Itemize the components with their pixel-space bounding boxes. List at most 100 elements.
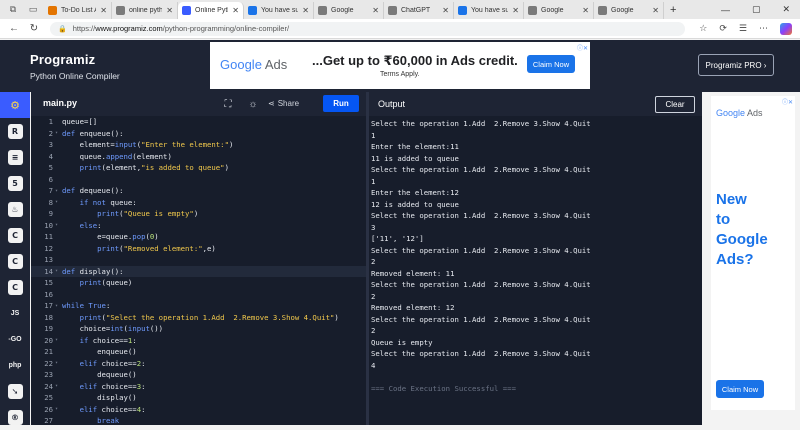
tab-close-icon[interactable]: ✕ bbox=[442, 6, 449, 15]
python-lang-icon[interactable]: ⚙ bbox=[0, 92, 30, 118]
tab-close-icon[interactable]: ✕ bbox=[512, 6, 519, 15]
browser-tab[interactable]: You have suc ✕ bbox=[454, 2, 524, 19]
code-line[interactable]: 27 break bbox=[31, 415, 366, 425]
code-line[interactable]: 18 print("Select the operation 1.Add 2.R… bbox=[31, 312, 366, 324]
code-line[interactable]: 8 ▾ if not queue: bbox=[31, 197, 366, 209]
code-line[interactable]: 21 enqueue() bbox=[31, 346, 366, 358]
code-area[interactable]: 1 queue=[] 2 ▾ def enqueue(): 3 element=input… bbox=[31, 116, 366, 425]
fold-icon[interactable]: ▾ bbox=[53, 199, 60, 205]
fold-icon[interactable]: ▾ bbox=[53, 360, 60, 366]
tab-close-icon[interactable]: ✕ bbox=[302, 6, 309, 15]
js-lang-icon[interactable]: JS bbox=[0, 300, 30, 326]
clear-button[interactable]: Clear bbox=[655, 96, 695, 113]
url-field[interactable]: 🔒 https://www.programiz.com/python-progr… bbox=[50, 21, 686, 36]
top-ad-banner[interactable]: Google Ads ...Get up to ₹60,000 in Ads c… bbox=[210, 42, 590, 89]
code-line[interactable]: 13 bbox=[31, 254, 366, 266]
ad-close-icon[interactable]: ⓘ✕ bbox=[577, 43, 588, 52]
workspaces-icon[interactable]: ⧉ bbox=[6, 3, 20, 17]
browser-tab[interactable]: online pytho ✕ bbox=[112, 2, 178, 19]
fullscreen-icon[interactable]: ⛶ bbox=[221, 97, 235, 111]
browser-tab[interactable]: Online Pytho ✕ bbox=[178, 2, 244, 19]
code-line[interactable]: 11 e=queue.pop(0) bbox=[31, 231, 366, 243]
file-tab-main-py[interactable]: main.py bbox=[43, 98, 77, 108]
code-line[interactable]: 17 ▾ while True: bbox=[31, 300, 366, 312]
favorites-icon[interactable]: ☰ bbox=[739, 23, 747, 34]
c-lang-icon[interactable]: C bbox=[0, 222, 30, 248]
code-line[interactable]: 26 ▾ elif choice==4: bbox=[31, 404, 366, 416]
code-line[interactable]: 10 ▾ else: bbox=[31, 220, 366, 232]
cpp-lang-icon[interactable]: C bbox=[0, 248, 30, 274]
swift-lang-icon[interactable]: ➘ bbox=[0, 378, 30, 404]
tab-favicon-icon bbox=[48, 6, 57, 15]
favorite-star-icon[interactable]: ☆ bbox=[699, 23, 707, 34]
fold-icon[interactable]: ▾ bbox=[53, 337, 60, 343]
side-ad-banner[interactable]: ⓘ✕ Google Ads New to Google Ads? Claim Now bbox=[711, 96, 795, 410]
maximize-icon[interactable]: ▢ bbox=[752, 4, 761, 15]
browser-tab[interactable]: Google ✕ bbox=[594, 2, 664, 19]
browser-tab[interactable]: Google ✕ bbox=[314, 2, 384, 19]
tab-close-icon[interactable]: ✕ bbox=[652, 6, 659, 15]
code-line[interactable]: 6 bbox=[31, 174, 366, 186]
side-ad-claim-button[interactable]: Claim Now bbox=[716, 380, 764, 398]
fold-icon[interactable]: ▾ bbox=[53, 130, 60, 136]
run-button[interactable]: Run bbox=[323, 95, 359, 112]
code-line[interactable]: 7 ▾ def dequeue(): bbox=[31, 185, 366, 197]
logo[interactable]: Programiz Python Online Compiler bbox=[30, 52, 120, 81]
theme-toggle-icon[interactable]: ☼ bbox=[246, 97, 260, 111]
code-line[interactable]: 16 bbox=[31, 289, 366, 301]
code-line[interactable]: 5 print(element,"is added to queue") bbox=[31, 162, 366, 174]
copilot-icon[interactable] bbox=[780, 22, 792, 35]
code-line[interactable]: 3 element=input("Enter the element:") bbox=[31, 139, 366, 151]
code-line[interactable]: 4 queue.append(element) bbox=[31, 151, 366, 163]
minimize-icon[interactable]: — bbox=[721, 5, 730, 15]
output-console[interactable]: Select the operation 1.Add 2.Remove 3.Sh… bbox=[371, 118, 701, 394]
fold-icon[interactable]: ▾ bbox=[53, 303, 60, 309]
fold-icon[interactable]: ▾ bbox=[53, 222, 60, 228]
code-line[interactable]: 20 ▾ if choice==1: bbox=[31, 335, 366, 347]
code-line[interactable]: 15 print(queue) bbox=[31, 277, 366, 289]
close-window-icon[interactable]: ✕ bbox=[782, 4, 790, 15]
code-line[interactable]: 1 queue=[] bbox=[31, 116, 366, 128]
tab-close-icon[interactable]: ✕ bbox=[232, 6, 239, 15]
side-ad-close-icon[interactable]: ⓘ✕ bbox=[782, 97, 793, 106]
tab-close-icon[interactable]: ✕ bbox=[372, 6, 379, 15]
reload-icon[interactable]: ↻ bbox=[28, 23, 40, 34]
sql-lang-icon[interactable]: ≡ bbox=[0, 144, 30, 170]
code-line[interactable]: 14 ▾ def display(): bbox=[31, 265, 366, 277]
share-button[interactable]: ⋖ Share bbox=[268, 96, 299, 111]
code-line[interactable]: 25 display() bbox=[31, 392, 366, 404]
tab-close-icon[interactable]: ✕ bbox=[100, 6, 107, 15]
more-menu-icon[interactable]: ⋯ bbox=[759, 23, 768, 34]
code-line[interactable]: 9 print("Queue is empty") bbox=[31, 208, 366, 220]
code-line[interactable]: 24 ▾ elif choice==3: bbox=[31, 381, 366, 393]
refresh-extension-icon[interactable]: ⟳ bbox=[719, 23, 727, 34]
new-tab-icon[interactable]: + bbox=[670, 4, 676, 16]
tab-actions-icon[interactable]: ▭ bbox=[26, 3, 40, 17]
code-line[interactable]: 23 dequeue() bbox=[31, 369, 366, 381]
code-line[interactable]: 12 print("Removed element:",e) bbox=[31, 243, 366, 255]
code-line[interactable]: 2 ▾ def enqueue(): bbox=[31, 128, 366, 140]
fold-icon[interactable]: ▾ bbox=[53, 268, 60, 274]
go-lang-icon[interactable]: -GO bbox=[0, 326, 30, 352]
browser-tab[interactable]: To-Do List Ap ✕ bbox=[44, 2, 112, 19]
code-line[interactable]: 22 ▾ elif choice==2: bbox=[31, 358, 366, 370]
fold-icon[interactable]: ▾ bbox=[53, 188, 60, 194]
browser-tab[interactable]: ChatGPT ✕ bbox=[384, 2, 454, 19]
rust-lang-icon[interactable]: ® bbox=[0, 404, 30, 430]
code-line[interactable]: 19 choice=int(input()) bbox=[31, 323, 366, 335]
output-line: Select the operation 1.Add 2.Remove 3.Sh… bbox=[371, 245, 591, 255]
tab-close-icon[interactable]: ✕ bbox=[582, 6, 589, 15]
programiz-pro-button[interactable]: Programiz PRO › bbox=[698, 54, 774, 76]
java-lang-icon[interactable]: ♨ bbox=[0, 196, 30, 222]
r-lang-icon[interactable]: R bbox=[0, 118, 30, 144]
fold-icon[interactable]: ▾ bbox=[53, 383, 60, 389]
csharp-lang-icon[interactable]: C bbox=[0, 274, 30, 300]
browser-tab[interactable]: You have suc ✕ bbox=[244, 2, 314, 19]
back-icon[interactable]: ← bbox=[8, 23, 20, 34]
tab-close-icon[interactable]: ✕ bbox=[166, 6, 173, 15]
fold-icon[interactable]: ▾ bbox=[53, 406, 60, 412]
ad-claim-button[interactable]: Claim Now bbox=[527, 55, 575, 73]
browser-tab[interactable]: Google ✕ bbox=[524, 2, 594, 19]
php-lang-icon[interactable]: php bbox=[0, 352, 30, 378]
html-lang-icon[interactable]: 5 bbox=[0, 170, 30, 196]
